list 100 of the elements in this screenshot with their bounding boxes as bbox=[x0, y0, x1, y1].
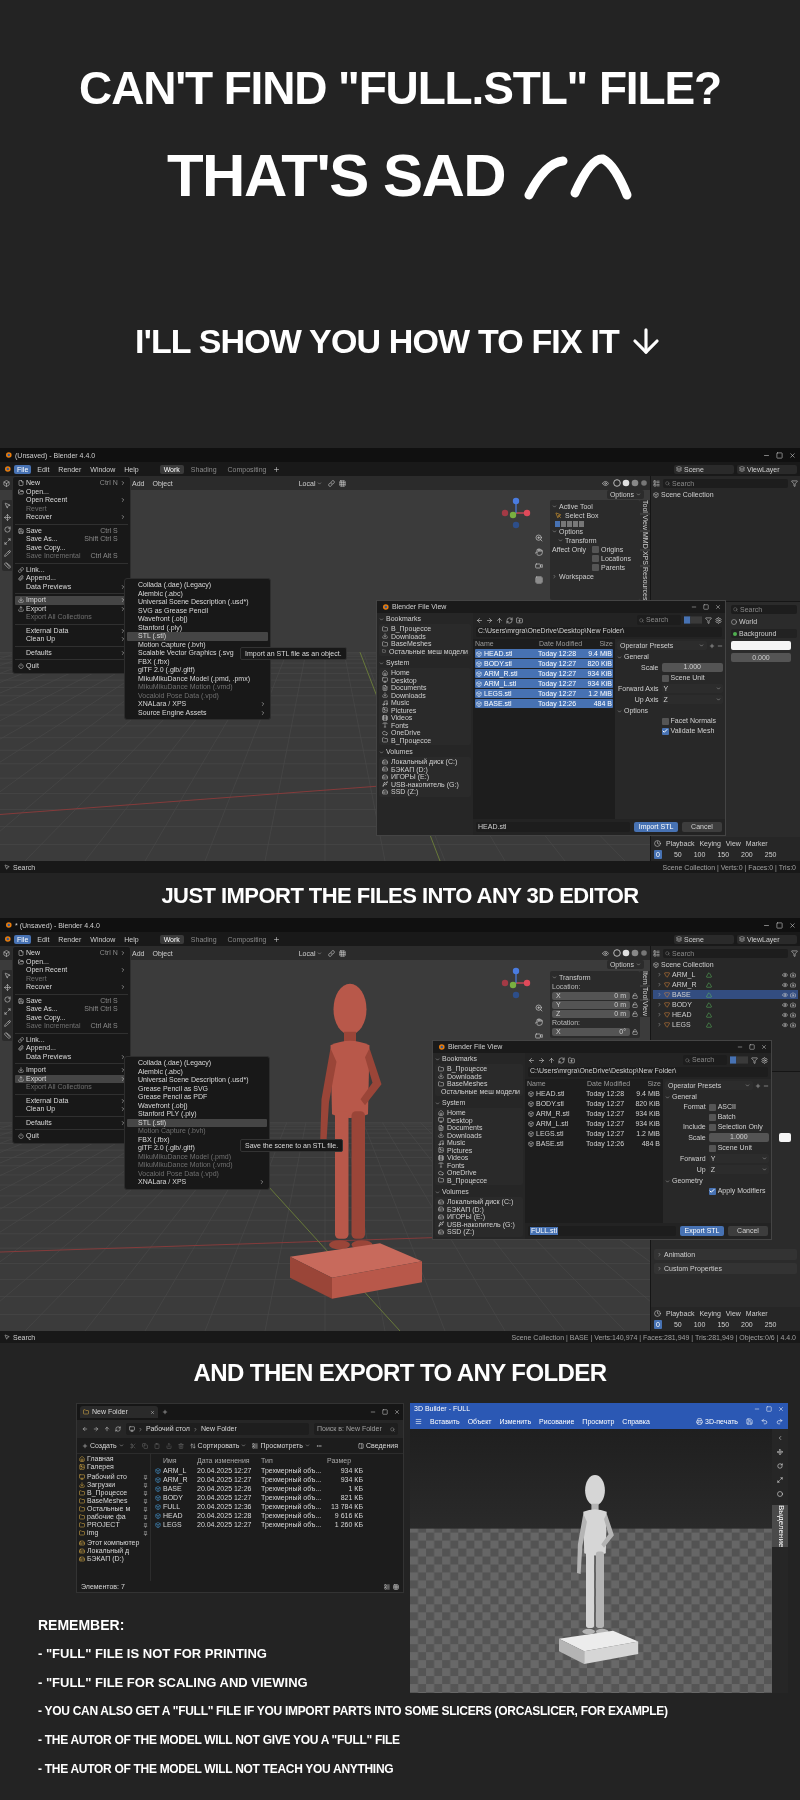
camera-icon[interactable] bbox=[790, 971, 796, 978]
lock-icon[interactable] bbox=[632, 1028, 638, 1035]
visibility-icon[interactable] bbox=[782, 991, 788, 998]
checkbox[interactable] bbox=[708, 1103, 716, 1111]
up-icon[interactable] bbox=[104, 1426, 110, 1432]
add-icon[interactable] bbox=[755, 1082, 761, 1089]
color-swatch[interactable] bbox=[731, 641, 791, 650]
maximize-icon[interactable] bbox=[776, 451, 783, 459]
view-mode-icon[interactable] bbox=[730, 1056, 748, 1064]
refresh-icon[interactable] bbox=[506, 616, 513, 624]
forward-icon[interactable] bbox=[93, 1426, 99, 1432]
display-mode-icon[interactable] bbox=[653, 480, 660, 487]
move-icon[interactable] bbox=[4, 984, 11, 991]
maximize-icon[interactable] bbox=[382, 1409, 388, 1415]
delete-icon[interactable] bbox=[177, 1442, 184, 1449]
camera-icon[interactable] bbox=[790, 1001, 796, 1008]
checkbox[interactable] bbox=[708, 1144, 716, 1152]
camera-icon[interactable] bbox=[790, 1011, 796, 1018]
hand-icon[interactable] bbox=[535, 1018, 543, 1026]
axis-gizmo-drawing[interactable] bbox=[500, 967, 532, 999]
lock-icon[interactable] bbox=[632, 992, 638, 999]
filter-icon[interactable] bbox=[791, 480, 798, 487]
zoom-icon[interactable] bbox=[535, 1004, 543, 1012]
checkbox[interactable] bbox=[592, 555, 599, 562]
redo-icon[interactable] bbox=[776, 1418, 783, 1425]
zoom-icon[interactable] bbox=[535, 534, 543, 542]
checkbox[interactable] bbox=[592, 564, 599, 571]
checkbox[interactable] bbox=[708, 1113, 716, 1121]
new-folder-icon[interactable] bbox=[516, 616, 523, 624]
tiles-view-icon[interactable] bbox=[393, 1583, 399, 1590]
new-tab-icon[interactable] bbox=[162, 1409, 168, 1415]
settings-icon[interactable] bbox=[715, 616, 722, 624]
timeline-icon[interactable] bbox=[654, 840, 661, 847]
shading-mode-icon[interactable] bbox=[613, 949, 647, 957]
ruler-icon[interactable] bbox=[4, 562, 11, 569]
cursor-icon[interactable] bbox=[4, 972, 11, 979]
collapse-icon[interactable] bbox=[777, 1435, 783, 1441]
add-workspace-icon[interactable] bbox=[273, 935, 281, 943]
rotate-icon[interactable] bbox=[4, 996, 11, 1003]
filter-icon[interactable] bbox=[791, 950, 798, 957]
circle-icon[interactable] bbox=[777, 1491, 783, 1497]
move-icon[interactable] bbox=[4, 514, 11, 521]
checkbox[interactable] bbox=[661, 674, 669, 682]
close-icon[interactable] bbox=[789, 451, 796, 459]
cursor-icon[interactable] bbox=[4, 502, 11, 509]
timeline-icon[interactable] bbox=[654, 1310, 661, 1317]
snap-icon[interactable] bbox=[328, 479, 336, 487]
close-icon[interactable] bbox=[394, 1409, 400, 1415]
camera-icon[interactable] bbox=[790, 981, 796, 988]
parent-folder-icon[interactable] bbox=[548, 1056, 555, 1064]
visibility-icon[interactable] bbox=[602, 949, 609, 957]
selection-mode-drawing[interactable] bbox=[555, 521, 585, 527]
filter-icon[interactable] bbox=[705, 616, 712, 624]
details-view-icon[interactable] bbox=[384, 1583, 390, 1590]
scale-icon[interactable] bbox=[4, 538, 11, 545]
side-tab[interactable]: Выделение bbox=[772, 1505, 788, 1548]
ruler-icon[interactable] bbox=[4, 1032, 11, 1039]
shading-mode-icon[interactable] bbox=[613, 479, 647, 487]
maximize-icon[interactable] bbox=[703, 604, 709, 610]
camera-icon[interactable] bbox=[535, 1032, 543, 1040]
visibility-icon[interactable] bbox=[602, 479, 609, 487]
editor-type-icon[interactable] bbox=[3, 949, 10, 957]
snap-icon[interactable] bbox=[328, 949, 336, 957]
scale-icon[interactable] bbox=[777, 1477, 783, 1483]
camera-icon[interactable] bbox=[790, 991, 796, 998]
checkbox[interactable] bbox=[708, 1187, 716, 1195]
color-swatch[interactable] bbox=[779, 1133, 791, 1142]
maximize-icon[interactable] bbox=[776, 921, 783, 929]
visibility-icon[interactable] bbox=[782, 1001, 788, 1008]
forward-icon[interactable] bbox=[538, 1056, 545, 1064]
scale-icon[interactable] bbox=[4, 1008, 11, 1015]
menu-icon[interactable] bbox=[415, 1418, 422, 1425]
camera-icon[interactable] bbox=[790, 1021, 796, 1028]
back-icon[interactable] bbox=[476, 616, 483, 624]
refresh-icon[interactable] bbox=[558, 1056, 565, 1064]
undo-icon[interactable] bbox=[761, 1418, 768, 1425]
back-icon[interactable] bbox=[82, 1426, 88, 1432]
lock-icon[interactable] bbox=[632, 1010, 638, 1017]
lock-icon[interactable] bbox=[632, 1001, 638, 1008]
grid-icon[interactable] bbox=[535, 576, 543, 584]
more-icon[interactable] bbox=[315, 1442, 322, 1449]
grid-icon[interactable] bbox=[339, 479, 347, 487]
pencil-icon[interactable] bbox=[4, 1020, 11, 1027]
pencil-icon[interactable] bbox=[4, 550, 11, 557]
display-mode-icon[interactable] bbox=[653, 950, 660, 957]
visibility-icon[interactable] bbox=[782, 1011, 788, 1018]
forward-icon[interactable] bbox=[486, 616, 493, 624]
new-folder-icon[interactable] bbox=[568, 1056, 575, 1064]
move-icon[interactable] bbox=[777, 1449, 783, 1455]
close-icon[interactable] bbox=[789, 921, 796, 929]
hand-icon[interactable] bbox=[535, 548, 543, 556]
axis-gizmo-drawing[interactable] bbox=[500, 497, 532, 529]
checkbox[interactable] bbox=[708, 1123, 716, 1131]
visibility-icon[interactable] bbox=[782, 971, 788, 978]
parent-folder-icon[interactable] bbox=[496, 616, 503, 624]
close-icon[interactable] bbox=[715, 604, 721, 610]
add-icon[interactable] bbox=[709, 642, 715, 649]
camera-icon[interactable] bbox=[535, 562, 543, 570]
filter-icon[interactable] bbox=[751, 1056, 758, 1064]
close-icon[interactable] bbox=[761, 1044, 767, 1050]
